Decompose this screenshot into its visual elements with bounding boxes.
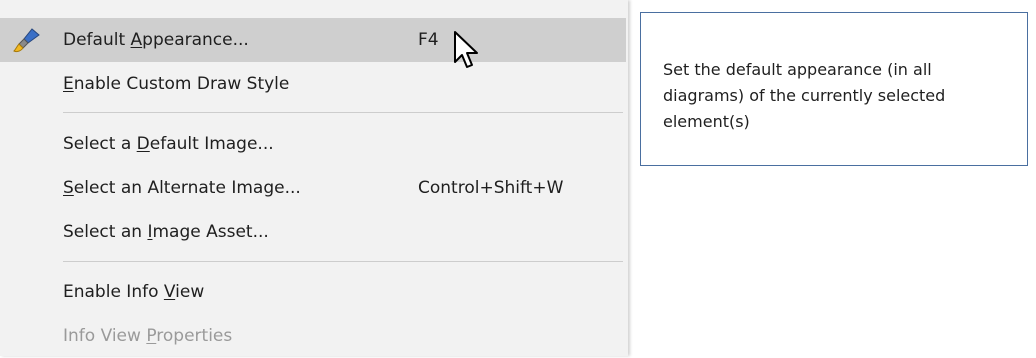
menu-separator [63,112,623,113]
menu-item-shortcut: F4 [418,30,439,50]
menu-item-select-image-asset[interactable]: Select an Image Asset... [0,210,626,254]
menu-item-label: Select an Alternate Image... [63,178,301,198]
menu-item-select-default-image[interactable]: Select a Default Image... [0,122,626,166]
menu-item-label: Enable Info View [63,282,205,302]
mouse-cursor-icon [454,31,478,68]
menu-item-info-view-properties: Info View Properties [0,314,626,358]
menu-item-enable-custom-draw-style[interactable]: Enable Custom Draw Style [0,62,626,106]
menu-item-label: Enable Custom Draw Style [63,74,290,94]
menu-item-select-alternate-image[interactable]: Select an Alternate Image... Control+Shi… [0,166,626,210]
menu-item-label: Select a Default Image... [63,134,274,154]
menu-item-shortcut: Control+Shift+W [418,178,564,198]
context-menu: Default Appearance... F4 Enable Custom D… [0,0,628,356]
menu-item-label: Default Appearance... [63,30,249,50]
menu-item-default-appearance[interactable]: Default Appearance... F4 [0,18,626,62]
tooltip-text: Set the default appearance (in all diagr… [663,60,946,131]
menu-item-label: Info View Properties [63,326,233,346]
menu-item-enable-info-view[interactable]: Enable Info View [0,270,626,314]
tooltip: Set the default appearance (in all diagr… [640,12,1028,166]
menu-separator [63,261,623,262]
brush-icon [13,28,40,53]
menu-item-label: Select an Image Asset... [63,222,269,242]
